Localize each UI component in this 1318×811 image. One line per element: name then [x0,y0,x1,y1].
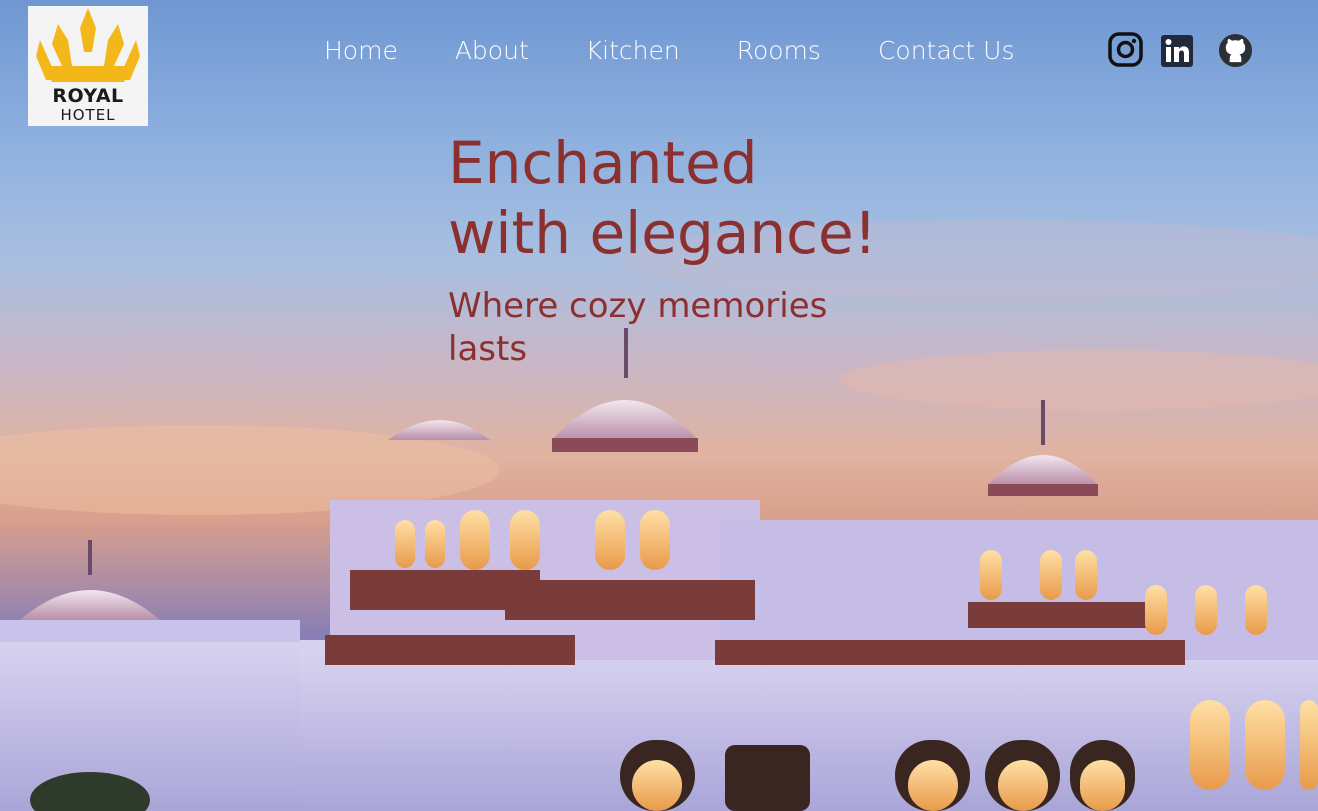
instagram-icon[interactable] [1108,32,1144,68]
royal-hotel-logo[interactable]: ROYAL HOTEL [28,6,148,126]
logo-word-royal: ROYAL [52,85,124,107]
crown-icon [36,8,140,82]
nav-link-contact-us[interactable]: Contact Us [878,34,1015,68]
social-links [1108,32,1258,70]
nav-link-home[interactable]: Home [324,34,398,68]
logo-word-hotel: HOTEL [60,106,116,124]
nav-link-rooms[interactable]: Rooms [737,34,821,68]
linkedin-icon[interactable] [1161,35,1193,67]
hero-headline: Enchanted with elegance! [448,128,968,268]
nav-link-about[interactable]: About [455,34,529,68]
hero-subline: Where cozy memories lasts [448,286,828,369]
hero-headline-line-1: Enchanted [448,129,758,197]
nav-link-kitchen[interactable]: Kitchen [586,34,680,68]
main-navigation: Home About Kitchen Rooms Contact Us [324,34,1014,68]
hero-section: ROYAL HOTEL Home About Kitchen Rooms Con… [0,0,1318,811]
hero-headline-line-2: with elegance! [448,199,877,267]
palace-background-image [0,220,1318,811]
github-icon[interactable] [1218,33,1253,68]
